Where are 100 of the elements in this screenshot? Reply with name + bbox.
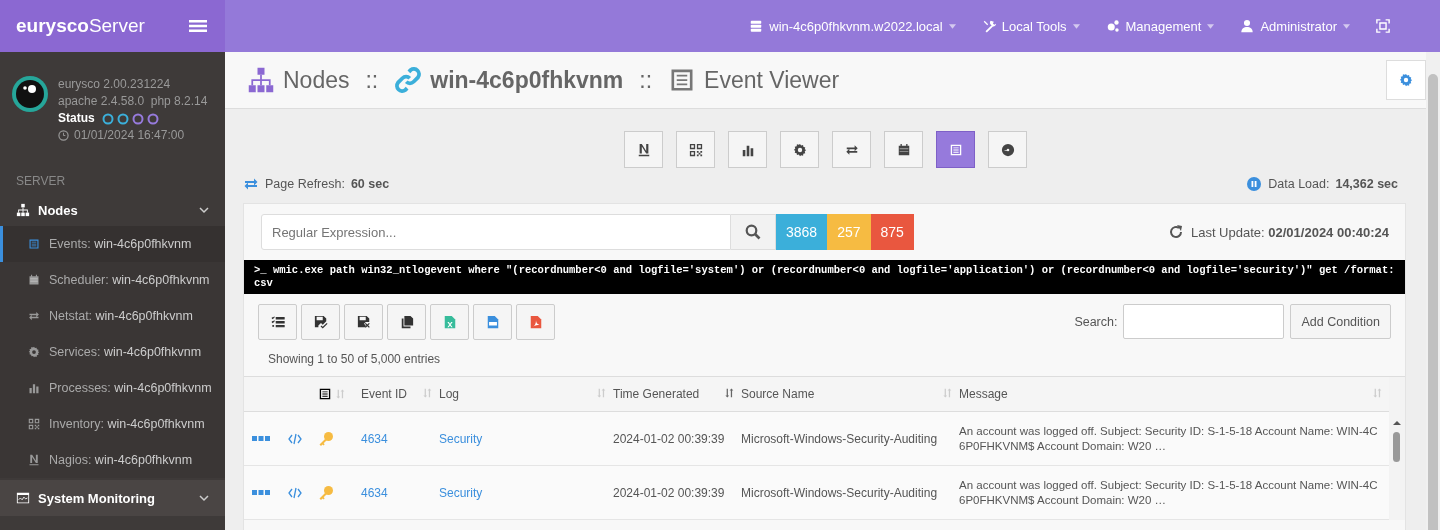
clock-icon <box>58 130 69 141</box>
monitor-icon <box>16 491 30 505</box>
gears-icon <box>1105 19 1120 33</box>
column-header[interactable]: Log <box>439 387 593 401</box>
export-button[interactable] <box>258 304 297 340</box>
sidebar-item[interactable]: Inventory: win-4c6p0fhkvnm <box>0 406 225 442</box>
calendar-icon <box>28 274 40 286</box>
code-icon[interactable] <box>288 432 302 445</box>
sidebar-group[interactable]: System Monitoring <box>0 480 225 516</box>
status-label: Status <box>58 110 95 127</box>
caret-icon <box>1072 23 1080 29</box>
table-cell: Microsoft-Windows-Security-Auditing <box>741 485 938 500</box>
breadcrumb: Event Viewer <box>704 66 840 94</box>
more-icon[interactable] <box>252 489 270 496</box>
nav-menu[interactable]: win-4c6p0fhkvnm.w2022.local <box>749 18 956 34</box>
caret-icon <box>1207 23 1215 29</box>
gear-icon <box>28 346 40 358</box>
sort-icon[interactable] <box>725 388 735 398</box>
status-icon <box>131 112 144 125</box>
version-text: eurysco 2.00.231224 <box>58 76 172 93</box>
arrows-icon <box>28 310 40 322</box>
save-check-icon <box>313 315 328 329</box>
status-icon <box>116 112 129 125</box>
sidebar-group[interactable]: Nodes <box>0 194 225 226</box>
page-refresh-text: Page Refresh: 60 sec <box>265 177 390 191</box>
n-logo-icon <box>28 454 40 466</box>
user-icon <box>1240 19 1255 33</box>
regex-field[interactable]: Regular Expression... <box>261 214 731 250</box>
search-button[interactable] <box>731 214 776 250</box>
copy-icon <box>399 315 414 329</box>
status-icon <box>146 112 159 125</box>
nav-menu[interactable]: Management <box>1105 18 1215 34</box>
scrollbar-thumb[interactable] <box>1393 432 1400 462</box>
separator-text: :: <box>639 66 653 94</box>
pdf-file-icon <box>528 315 543 329</box>
sidebar-item[interactable]: Processes: win-4c6p0fhkvnm <box>0 370 225 406</box>
server-icon <box>749 19 764 33</box>
last-update-text: Last Update: 02/01/2024 00:40:24 <box>1190 224 1389 240</box>
column-header[interactable]: Message <box>959 387 1369 401</box>
key-icon <box>318 430 334 447</box>
entries-info: Showing 1 to 50 of 5,000 entries <box>267 351 442 368</box>
status-icon <box>101 112 114 125</box>
menu-icon[interactable] <box>189 19 207 33</box>
checklist-icon <box>270 315 285 329</box>
table-cell: 2024-01-02 00:39:39 <box>613 485 725 500</box>
pause-icon[interactable] <box>1246 176 1263 192</box>
more-icon[interactable] <box>252 435 270 442</box>
excel-file-icon <box>442 315 457 329</box>
breadcrumb[interactable]: win-4c6p0fhkvnm <box>430 66 624 94</box>
tool-button[interactable] <box>936 131 975 168</box>
bar-chart-icon <box>28 382 40 394</box>
caret-icon <box>948 23 956 29</box>
message-cell-text: An account was logged off. Subject: Security ID: S-1-5-18 Account Name: WIN-4C6P0FHKVNM$ Account Domain: W20 … <box>959 423 1379 454</box>
column-toggle-icon[interactable] <box>318 387 332 401</box>
calendar-icon <box>896 142 911 157</box>
export-button[interactable] <box>387 304 426 340</box>
sidebar-item[interactable]: Scheduler: win-4c6p0fhkvnm <box>0 262 225 298</box>
add-condition-button[interactable]: Add Condition <box>1290 304 1391 339</box>
message-cell-text: An account was logged off. Subject: Security ID: S-1-5-18 Account Name: WIN-4C6P0FHKVNM$ Account Domain: W20 … <box>959 477 1379 508</box>
column-header[interactable]: Time Generated <box>613 387 721 401</box>
export-button[interactable] <box>301 304 340 340</box>
sidebar-item[interactable]: Nagios: win-4c6p0fhkvnm <box>0 442 225 478</box>
list-icon <box>28 238 40 250</box>
gear-icon <box>792 142 807 157</box>
table-cell: 2024-01-02 00:39:39 <box>613 431 725 446</box>
settings-icon <box>1399 73 1413 87</box>
table-cell: Microsoft-Windows-Security-Auditing <box>741 431 938 446</box>
separator-text: :: <box>365 66 379 94</box>
search-label: Search: <box>1074 314 1118 329</box>
key-icon <box>318 484 334 501</box>
sidebar-item[interactable]: Netstat: win-4c6p0fhkvnm <box>0 298 225 334</box>
avatar-logo <box>12 76 48 112</box>
sidebar-item[interactable]: Events: win-4c6p0fhkvnm <box>0 226 225 262</box>
count-badge[interactable]: 875 <box>870 214 914 250</box>
wrench-icon <box>981 19 996 33</box>
save-x-icon <box>356 315 371 329</box>
export-button[interactable] <box>344 304 383 340</box>
csv-file-icon <box>485 315 500 329</box>
qr-code-icon <box>688 142 703 157</box>
link-icon <box>394 66 423 94</box>
nav-menu[interactable]: Administrator <box>1240 18 1350 34</box>
code-icon[interactable] <box>288 486 302 499</box>
stack-text: apache 2.4.58.0 php 8.2.14 <box>58 93 208 110</box>
page-scrollbar-thumb[interactable] <box>1428 74 1438 530</box>
nav-menu[interactable]: Local Tools <box>981 18 1080 34</box>
search-icon <box>745 224 761 240</box>
sitemap-icon <box>16 203 30 217</box>
fullscreen-icon[interactable] <box>1376 19 1390 33</box>
list-icon <box>948 142 963 157</box>
breadcrumb[interactable]: Nodes <box>283 66 350 94</box>
datetime-text: 01/01/2024 16:47:00 <box>74 127 185 144</box>
section-heading: SERVER <box>15 173 67 190</box>
caret-icon <box>1343 23 1350 29</box>
column-header[interactable]: Source Name <box>741 387 939 401</box>
sidebar-item[interactable]: Services: win-4c6p0fhkvnm <box>0 334 225 370</box>
qr-code-icon <box>28 418 40 430</box>
search-field[interactable] <box>1123 304 1285 339</box>
settings-button[interactable] <box>1386 60 1426 100</box>
data-load-text: Data Load: 14,362 sec <box>1268 177 1398 191</box>
column-header[interactable]: Event ID <box>361 387 419 401</box>
